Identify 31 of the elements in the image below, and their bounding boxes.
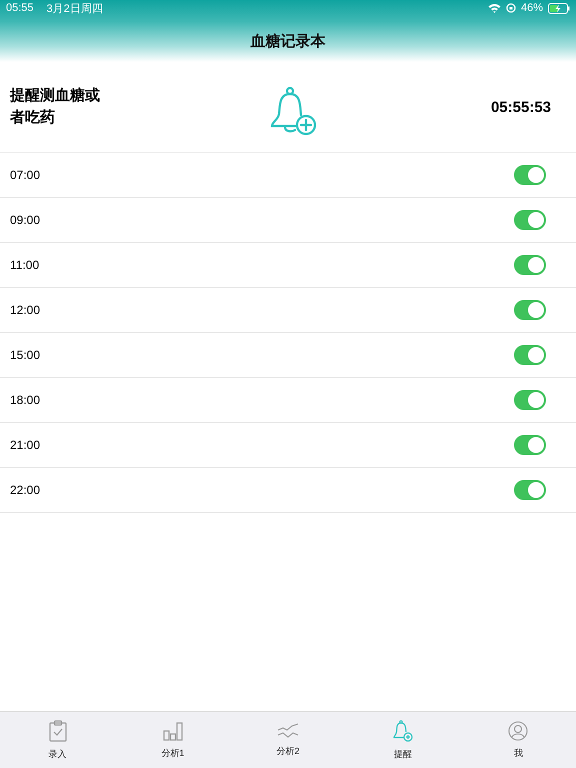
tab-item[interactable]: 我 (460, 712, 576, 768)
wifi-icon (488, 3, 501, 13)
reminder-time: 18:00 (10, 393, 40, 407)
toggle-switch[interactable] (514, 480, 546, 500)
reminder-time: 22:00 (10, 483, 40, 497)
status-date: 3月2日周四 (46, 2, 103, 16)
toggle-switch[interactable] (514, 390, 546, 410)
reminder-time: 09:00 (10, 213, 40, 227)
tab-item[interactable]: 录入 (0, 712, 116, 768)
reminder-time: 07:00 (10, 168, 40, 182)
battery-percent: 46% (520, 2, 543, 14)
battery-icon (548, 2, 570, 14)
reminder-label: 提醒测血糖或者吃药 (10, 86, 101, 128)
toggle-switch[interactable] (514, 345, 546, 365)
toggle-switch[interactable] (514, 255, 546, 275)
toggle-switch[interactable] (514, 300, 546, 320)
reminder-time: 21:00 (10, 438, 40, 452)
status-time: 05:55 (6, 2, 34, 14)
reminder-time: 12:00 (10, 303, 40, 317)
tab-item[interactable]: 提醒 (346, 712, 461, 768)
tab-item[interactable]: 分析1 (115, 712, 230, 768)
rotation-lock-icon (506, 3, 516, 13)
current-time: 05:55:53 (490, 98, 551, 116)
tab-item[interactable]: 分析2 (230, 712, 346, 768)
toggle-switch[interactable] (514, 435, 546, 455)
reminder-time: 11:00 (10, 258, 40, 272)
bell-add-icon[interactable] (270, 86, 318, 136)
reminder-time: 15:00 (10, 348, 40, 362)
nav-title: 血糖记录本 (250, 32, 326, 51)
toggle-switch[interactable] (514, 210, 546, 230)
toggle-switch[interactable] (514, 165, 546, 185)
